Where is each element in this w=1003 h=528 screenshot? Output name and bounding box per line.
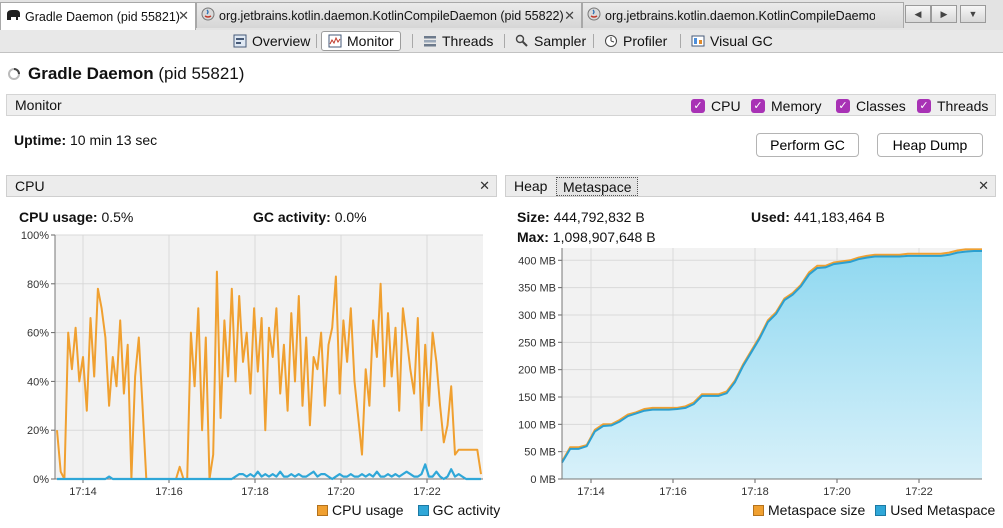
java-icon bbox=[587, 7, 601, 24]
y-tick-label: 50 MB bbox=[524, 447, 556, 459]
doc-tab-kotlin-daemon-1[interactable]: org.jetbrains.kotlin.daemon.KotlinCompil… bbox=[196, 2, 582, 28]
checkbox-classes[interactable]: ✓ Classes bbox=[836, 98, 906, 114]
doc-tab-label: org.jetbrains.kotlin.daemon.KotlinCompil… bbox=[605, 8, 875, 23]
visual-gc-icon bbox=[691, 35, 705, 47]
checkbox-memory[interactable]: ✓ Memory bbox=[751, 98, 822, 114]
check-icon: ✓ bbox=[691, 99, 705, 113]
y-tick-label: 400 MB bbox=[518, 255, 556, 267]
x-tick-label: 17:18 bbox=[741, 486, 769, 498]
document-tab-bar: Gradle Daemon (pid 55821) ✕ org.jetbrain… bbox=[0, 0, 1003, 31]
cpu-chart: 0% 20% 40% 60% 80% 100% 17:14 17:16 17:18 17:20 17… bbox=[21, 230, 483, 498]
x-tick-label: 17:22 bbox=[905, 486, 933, 498]
doc-tab-label: org.jetbrains.kotlin.daemon.KotlinCompil… bbox=[219, 8, 564, 23]
cpu-legend: CPU usage GC activity bbox=[317, 502, 500, 518]
tab-overview[interactable]: Overview bbox=[227, 31, 316, 51]
tab-list: ▼ bbox=[960, 5, 986, 23]
doc-tab-label: Gradle Daemon (pid 55821) bbox=[25, 9, 180, 24]
java-icon bbox=[201, 7, 215, 24]
x-tick-label: 17:20 bbox=[327, 486, 355, 498]
legend-swatch-cpu bbox=[317, 504, 328, 516]
tab-navigation: ◀ ▶ bbox=[905, 5, 957, 23]
cpu-panel-header: CPU ✕ bbox=[6, 175, 497, 197]
tab-metaspace[interactable]: Metaspace bbox=[556, 177, 639, 196]
section-title: Monitor bbox=[15, 97, 62, 113]
metaspace-chart: 0 MB 50 MB 100 MB 150 MB 200 MB 250 MB 300 MB 3… bbox=[518, 248, 982, 498]
overview-icon bbox=[233, 34, 247, 48]
tab-heap[interactable]: Heap bbox=[508, 177, 553, 196]
x-tick-label: 17:14 bbox=[69, 486, 97, 498]
x-tick-label: 17:16 bbox=[659, 486, 687, 498]
perform-gc-button[interactable]: Perform GC bbox=[756, 133, 859, 157]
y-tick-label: 350 MB bbox=[518, 283, 556, 295]
tab-visual-gc[interactable]: Visual GC bbox=[685, 31, 779, 51]
uptime: Uptime: 10 min 13 sec bbox=[14, 132, 158, 148]
tab-list-icon[interactable]: ▼ bbox=[960, 5, 986, 23]
legend-swatch-gc bbox=[417, 504, 429, 516]
close-icon[interactable]: ✕ bbox=[978, 178, 989, 194]
loading-spinner-icon bbox=[8, 68, 20, 80]
x-tick-label: 17:20 bbox=[823, 486, 851, 498]
y-tick-label: 200 MB bbox=[518, 365, 556, 377]
y-tick-label: 40% bbox=[27, 376, 49, 388]
x-tick-label: 17:16 bbox=[155, 486, 183, 498]
heap-dump-button[interactable]: Heap Dump bbox=[877, 133, 983, 157]
view-toolbar: Overview Monitor Threads Sampler Profile… bbox=[0, 30, 1003, 53]
sampler-icon bbox=[515, 34, 528, 47]
tab-profiler[interactable]: Profiler bbox=[598, 31, 673, 51]
page-title: Gradle Daemon (pid 55821) bbox=[28, 64, 244, 84]
tab-monitor[interactable]: Monitor bbox=[321, 31, 401, 51]
legend-swatch-used-metaspace bbox=[875, 504, 887, 516]
elephant-icon bbox=[5, 8, 21, 25]
x-tick-label: 17:22 bbox=[413, 486, 441, 498]
app-name: Gradle Daemon bbox=[28, 64, 154, 83]
legend-swatch-metaspace-size bbox=[753, 504, 764, 516]
uptime-value: 10 min 13 sec bbox=[70, 132, 158, 148]
y-tick-label: 100% bbox=[21, 230, 49, 242]
metaspace-max: Max: 1,098,907,648 B bbox=[517, 229, 656, 245]
close-icon[interactable]: ✕ bbox=[178, 8, 189, 24]
check-icon: ✓ bbox=[836, 99, 850, 113]
scroll-left-icon[interactable]: ◀ bbox=[905, 5, 931, 23]
y-tick-label: 300 MB bbox=[518, 310, 556, 322]
check-icon: ✓ bbox=[751, 99, 765, 113]
tab-threads[interactable]: Threads bbox=[417, 31, 499, 51]
check-icon: ✓ bbox=[917, 99, 931, 113]
y-tick-label: 0 MB bbox=[530, 474, 556, 486]
x-tick-label: 17:14 bbox=[577, 486, 605, 498]
y-tick-label: 0% bbox=[33, 474, 49, 486]
monitor-icon bbox=[328, 34, 342, 48]
memory-panel-header: Heap Metaspace ✕ bbox=[505, 175, 996, 197]
profiler-icon bbox=[605, 35, 617, 47]
monitor-section-bar: Monitor ✓ CPU ✓ Memory ✓ Classes ✓ Threads bbox=[6, 94, 996, 116]
metaspace-used: Used: 441,183,464 B bbox=[751, 209, 885, 225]
metaspace-legend: Metaspace size Used Metaspace bbox=[753, 502, 995, 518]
threads-icon bbox=[424, 36, 436, 47]
cpu-usage: CPU usage: 0.5% bbox=[19, 209, 134, 225]
y-tick-label: 150 MB bbox=[518, 392, 556, 404]
app-pid: (pid 55821) bbox=[158, 64, 245, 83]
close-icon[interactable]: ✕ bbox=[564, 8, 575, 24]
close-icon[interactable]: ✕ bbox=[479, 178, 490, 194]
tab-sampler[interactable]: Sampler bbox=[509, 31, 592, 51]
y-tick-label: 250 MB bbox=[518, 337, 556, 349]
scroll-right-icon[interactable]: ▶ bbox=[931, 5, 957, 23]
checkbox-threads[interactable]: ✓ Threads bbox=[917, 98, 988, 114]
y-tick-label: 20% bbox=[27, 425, 49, 437]
y-tick-label: 100 MB bbox=[518, 419, 556, 431]
x-tick-label: 17:18 bbox=[241, 486, 269, 498]
doc-tab-gradle-daemon[interactable]: Gradle Daemon (pid 55821) ✕ bbox=[0, 2, 196, 30]
y-tick-label: 60% bbox=[27, 328, 49, 340]
gc-activity: GC activity: 0.0% bbox=[253, 209, 367, 225]
metaspace-size: Size: 444,792,832 B bbox=[517, 209, 645, 225]
checkbox-cpu[interactable]: ✓ CPU bbox=[691, 98, 741, 114]
y-tick-label: 80% bbox=[27, 279, 49, 291]
doc-tab-kotlin-daemon-2[interactable]: org.jetbrains.kotlin.daemon.KotlinCompil… bbox=[582, 2, 904, 28]
